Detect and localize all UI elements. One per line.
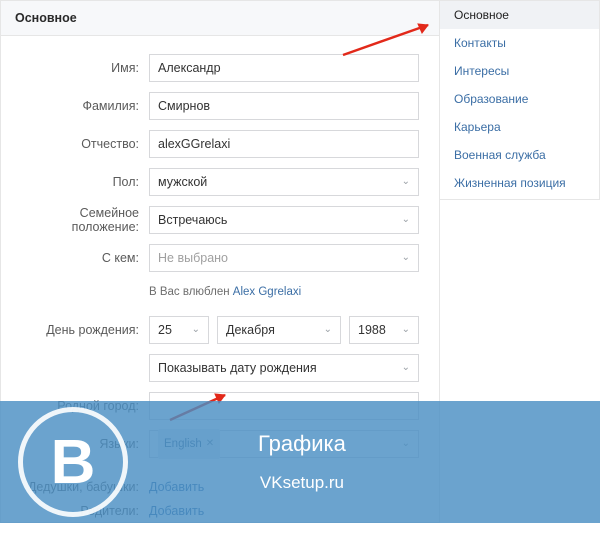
- nav-item-lifeposition[interactable]: Жизненная позиция: [440, 169, 599, 197]
- nav-item-interests[interactable]: Интересы: [440, 57, 599, 85]
- chevron-down-icon: ⌄: [324, 317, 332, 343]
- label-middlename: Отчество:: [21, 137, 149, 151]
- page-title: Основное: [1, 1, 439, 36]
- label-surname: Фамилия:: [21, 99, 149, 113]
- chevron-down-icon: ⌄: [402, 207, 410, 233]
- surname-input[interactable]: [149, 92, 419, 120]
- relationship-select[interactable]: Встречаюсь ⌄: [149, 206, 419, 234]
- watermark-overlay: В Графика VKsetup.ru: [0, 401, 600, 523]
- relationship-value: Встречаюсь: [158, 207, 227, 233]
- chevron-down-icon: ⌄: [402, 245, 410, 271]
- birthday-month-select[interactable]: Декабря ⌄: [217, 316, 341, 344]
- relationship-note: В Вас влюблен Alex Ggrelaxi: [149, 282, 419, 306]
- birthday-day-select[interactable]: 25 ⌄: [149, 316, 209, 344]
- chevron-down-icon: ⌄: [192, 317, 200, 343]
- name-input[interactable]: [149, 54, 419, 82]
- nav-item-contacts[interactable]: Контакты: [440, 29, 599, 57]
- label-partner: С кем:: [21, 251, 149, 265]
- nav-item-education[interactable]: Образование: [440, 85, 599, 113]
- partner-profile-link[interactable]: Alex Ggrelaxi: [233, 286, 301, 298]
- partner-value: Не выбрано: [158, 245, 228, 271]
- label-gender: Пол:: [21, 175, 149, 189]
- partner-select[interactable]: Не выбрано ⌄: [149, 244, 419, 272]
- vk-logo-icon: В: [18, 407, 128, 517]
- middlename-input[interactable]: [149, 130, 419, 158]
- nav-item-military[interactable]: Военная служба: [440, 141, 599, 169]
- gender-select[interactable]: мужской ⌄: [149, 168, 419, 196]
- birthday-year-select[interactable]: 1988 ⌄: [349, 316, 419, 344]
- overlay-title: Графика: [258, 431, 346, 457]
- label-relationship: Семейное положение:: [21, 206, 149, 234]
- sidebar-nav: Основное Контакты Интересы Образование К…: [440, 0, 600, 200]
- chevron-down-icon: ⌄: [402, 317, 410, 343]
- birthday-visibility-select[interactable]: Показывать дату рождения ⌄: [149, 354, 419, 382]
- overlay-site: VKsetup.ru: [258, 473, 346, 493]
- nav-item-career[interactable]: Карьера: [440, 113, 599, 141]
- nav-item-general[interactable]: Основное: [440, 1, 599, 29]
- label-name: Имя:: [21, 61, 149, 75]
- chevron-down-icon: ⌄: [402, 169, 410, 195]
- chevron-down-icon: ⌄: [402, 355, 410, 381]
- label-birthday: День рождения:: [21, 323, 149, 337]
- gender-value: мужской: [158, 169, 207, 195]
